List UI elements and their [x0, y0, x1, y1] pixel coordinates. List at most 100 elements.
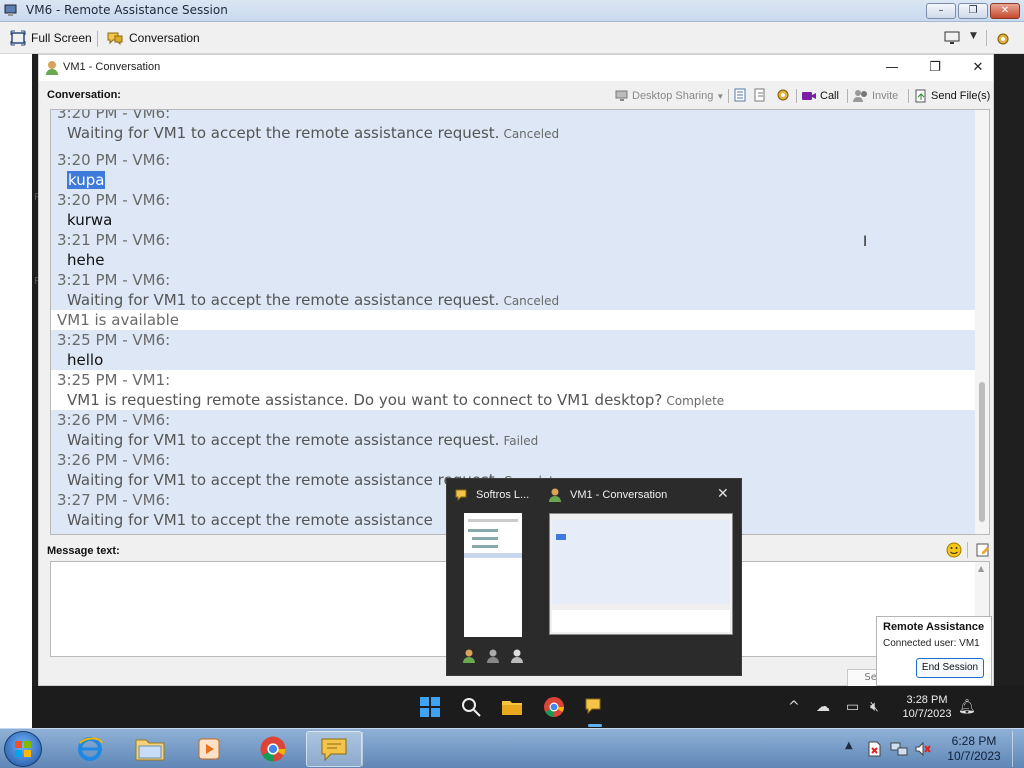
show-hidden-icons-icon[interactable]: ▲	[845, 740, 853, 751]
windows-start-icon[interactable]	[418, 695, 442, 719]
preview-item2-title: VM1 - Conversation	[570, 489, 668, 501]
message-body[interactable]: kupa	[67, 171, 106, 189]
softros-window-thumbnail[interactable]	[464, 513, 522, 637]
user-icon	[46, 61, 58, 75]
chrome-icon[interactable]	[542, 695, 566, 719]
message-status: Failed	[503, 434, 539, 448]
action-center-icon[interactable]	[866, 741, 882, 757]
file-explorer-icon[interactable]	[500, 695, 524, 719]
minimize-button[interactable]: –	[926, 3, 956, 19]
toolbar-separator	[728, 89, 729, 103]
chat-message: 3:20 PM - VM6: kupa	[51, 150, 977, 190]
display-dropdown-icon[interactable]: ▼	[970, 31, 977, 41]
conversation-button[interactable]: Conversation	[106, 29, 200, 47]
volume-muted-icon[interactable]: 🔇︎	[870, 699, 879, 715]
message-text: Waiting for VM1 to accept the remote ass…	[67, 431, 500, 449]
system-message-text: VM1 is available	[57, 311, 179, 329]
attachment-icon[interactable]	[753, 88, 767, 102]
message-header: 3:20 PM - VM6:	[57, 151, 171, 169]
host-clock[interactable]: 6:28 PM 10/7/2023	[938, 734, 1010, 764]
conversation-scrollbar[interactable]	[975, 110, 989, 534]
scrollbar-thumb[interactable]	[979, 382, 985, 522]
message-header: 3:25 PM - VM1:	[57, 371, 171, 389]
show-hidden-icons-icon[interactable]: ^	[788, 699, 800, 715]
desktop-sharing-button[interactable]: Desktop Sharing ▼	[615, 87, 724, 105]
settings-icon[interactable]	[994, 30, 1012, 48]
invite-button[interactable]: Invite	[853, 87, 898, 105]
conversation-title: VM1 - Conversation	[63, 61, 161, 73]
softros-messenger-icon[interactable]	[583, 695, 607, 719]
call-button[interactable]: Call	[801, 87, 839, 105]
system-message: VM1 is available	[51, 310, 977, 330]
conversation-close-button[interactable]: ✕	[968, 58, 988, 78]
remote-assistance-taskbar-button[interactable]	[306, 731, 362, 767]
windows-start-button[interactable]	[4, 731, 42, 767]
message-body: kurwa	[67, 211, 113, 229]
chat-bubble-icon	[321, 738, 347, 762]
toolbar-separator	[908, 89, 909, 103]
fullscreen-button[interactable]: Full Screen	[10, 29, 92, 47]
conversation-label: Conversation	[129, 31, 200, 45]
chat-message: 3:26 PM - VM6: Waiting for VM1 to accept…	[51, 410, 977, 450]
conversation-minimize-button[interactable]: —	[882, 58, 902, 78]
message-header: 3:20 PM - VM6:	[57, 109, 171, 122]
notification-bell-icon[interactable]: 🔔︎	[958, 699, 976, 715]
desktop-sharing-icon	[615, 90, 628, 101]
close-button[interactable]: ✕	[990, 3, 1020, 19]
conversation-restore-button[interactable]: ❐	[925, 58, 945, 78]
volume-muted-icon[interactable]	[914, 741, 932, 757]
user-icon	[549, 488, 561, 502]
message-text: Waiting for VM1 to accept the remote ass…	[67, 291, 500, 309]
internet-explorer-button[interactable]	[62, 731, 118, 767]
maximize-button[interactable]: ❐	[958, 3, 988, 19]
selected-text[interactable]: kupa	[67, 171, 106, 189]
message-status: Complete	[666, 394, 725, 408]
scroll-up-icon[interactable]: ▲	[978, 564, 984, 573]
emoticon-settings-icon[interactable]	[775, 88, 791, 102]
remote-assistance-title: Remote Assistance	[883, 621, 985, 633]
conversation-window-thumbnail[interactable]	[549, 513, 733, 635]
send-files-button[interactable]: Send File(s)	[914, 87, 990, 105]
host-date: 10/7/2023	[947, 749, 1001, 763]
text-cursor-icon: I	[863, 234, 868, 250]
remote-taskbar: ^ ☁ ▭ 🔇︎ 3:28 PM 10/7/2023 🔔︎	[32, 686, 1024, 728]
show-desktop-button[interactable]	[1012, 731, 1022, 767]
remote-date: 10/7/2023	[902, 708, 952, 720]
network-icon[interactable]	[890, 741, 908, 757]
chrome-taskbar-button[interactable]	[246, 731, 302, 767]
remote-assistance-app-icon	[4, 4, 17, 16]
taskbar-preview: Softros L... VM1 - Conversation ✕	[446, 478, 742, 676]
call-label: Call	[820, 90, 839, 102]
preview-item1-title: Softros L...	[476, 489, 530, 501]
session-toolbar: Full Screen Conversation ▼	[0, 22, 1024, 54]
toolbar-separator	[967, 542, 968, 558]
windows-explorer-button[interactable]	[122, 731, 178, 767]
message-body: VM1 is requesting remote assistance. Do …	[67, 391, 724, 409]
host-time: 6:28 PM	[951, 734, 997, 748]
message-text: Waiting for VM1 to accept the remote ass…	[67, 471, 500, 489]
toolbar-separator	[847, 89, 848, 103]
chat-message: 3:21 PM - VM6: Waiting for VM1 to accept…	[51, 270, 977, 310]
end-session-button[interactable]: End Session	[916, 658, 984, 678]
chat-message: 3:25 PM - VM1: VM1 is requesting remote …	[51, 370, 977, 410]
invite-label: Invite	[872, 90, 899, 102]
format-text-icon[interactable]	[975, 542, 991, 558]
preview-close-icon[interactable]: ✕	[717, 486, 729, 502]
remote-clock[interactable]: 3:28 PM 10/7/2023	[892, 693, 962, 721]
conversation-toolbar: Conversation: Desktop Sharing ▼ Call Inv…	[39, 83, 993, 107]
network-icon[interactable]: ▭	[846, 699, 859, 715]
media-player-button[interactable]	[182, 731, 238, 767]
display-icon[interactable]	[944, 30, 962, 46]
media-player-icon	[198, 738, 220, 760]
message-body: hehe	[67, 251, 105, 269]
message-header: 3:26 PM - VM6:	[57, 411, 171, 429]
video-camera-icon	[802, 92, 816, 100]
search-icon[interactable]	[459, 695, 483, 719]
window-titlebar: VM6 - Remote Assistance Session – ❐ ✕	[0, 0, 1024, 22]
onedrive-icon[interactable]: ☁	[816, 699, 830, 715]
emoticon-icon[interactable]	[946, 542, 962, 558]
invite-users-icon	[853, 90, 867, 102]
softros-icon	[455, 489, 467, 502]
conversation-history[interactable]: 3:20 PM - VM6: Waiting for VM1 to accept…	[50, 109, 990, 535]
history-icon[interactable]	[733, 88, 747, 102]
